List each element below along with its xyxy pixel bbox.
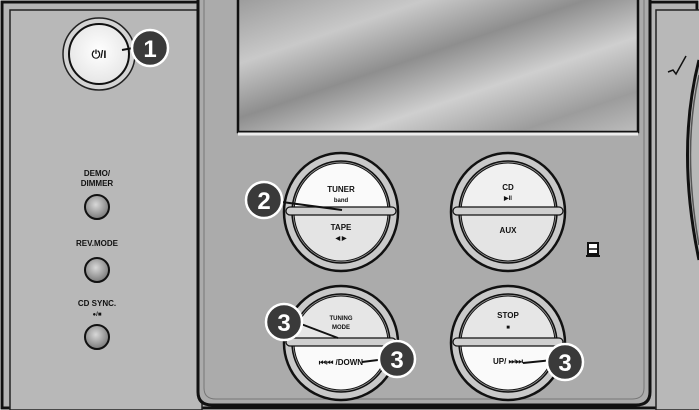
callout-3b: 3	[377, 339, 417, 379]
band-label: band	[334, 198, 349, 204]
callout-3a: 3	[264, 302, 304, 342]
tuner-label: TUNER	[327, 185, 355, 194]
callout-1-number: 1	[143, 36, 156, 63]
callout-2: 2	[244, 180, 284, 220]
power-button-label: ⏻/I	[92, 48, 107, 61]
tape-direction-icon: ◀ ▶	[335, 235, 347, 242]
up-label: UP/ ⏭⏭	[493, 357, 524, 366]
callout-3a-number: 3	[277, 310, 290, 337]
stop-label: STOP	[497, 311, 519, 320]
stop-up-button[interactable]: STOP ■ UP/ ⏭⏭	[449, 284, 567, 402]
cd-aux-button[interactable]: CD ▶II AUX	[449, 151, 567, 273]
cd-label: CD	[502, 183, 514, 192]
stop-icon: ■	[506, 325, 510, 331]
play-pause-icon: ▶II	[503, 195, 512, 202]
cd-sync-label-line1: CD SYNC.	[78, 299, 116, 308]
demo-dimmer-button[interactable]	[84, 194, 110, 220]
display-window	[236, 0, 640, 134]
callout-2-number: 2	[257, 188, 270, 215]
callout-3b-number: 3	[390, 347, 403, 374]
panel-svg: ⏻/I DEMO/ DIMMER REV.MODE CD SYNC. ●/■ T…	[0, 0, 699, 410]
rev-mode-button[interactable]	[84, 257, 110, 283]
tape-label: TAPE	[331, 223, 352, 232]
aux-label: AUX	[500, 226, 518, 235]
callout-3c: 3	[545, 342, 585, 382]
demo-dimmer-label-line2: DIMMER	[81, 179, 114, 188]
tuner-tape-button[interactable]: TUNER band TAPE ◀ ▶	[282, 151, 400, 273]
demo-dimmer-label-line1: DEMO/	[84, 169, 111, 178]
tuning-down-divider	[285, 337, 397, 347]
tuning-down-button[interactable]: TUNING MODE ⏮⏮ /DOWN	[282, 284, 400, 402]
cd-aux-divider	[452, 206, 564, 216]
cd-sync-button[interactable]	[84, 324, 110, 350]
mode-label: MODE	[332, 325, 350, 331]
tuning-label: TUNING	[330, 316, 353, 322]
power-button[interactable]: ⏻/I	[62, 17, 136, 91]
tuner-tape-divider	[285, 206, 397, 216]
rev-mode-label: REV.MODE	[76, 239, 119, 248]
callout-3c-number: 3	[558, 350, 571, 377]
cd-sync-label-line2: ●/■	[93, 312, 102, 318]
sensor-icon	[586, 242, 600, 257]
callout-1: 1	[130, 28, 170, 68]
device-panel-illustration: ⏻/I DEMO/ DIMMER REV.MODE CD SYNC. ●/■ T…	[0, 0, 699, 410]
down-label: ⏮⏮ /DOWN	[319, 358, 363, 367]
stop-up-divider	[452, 337, 564, 347]
